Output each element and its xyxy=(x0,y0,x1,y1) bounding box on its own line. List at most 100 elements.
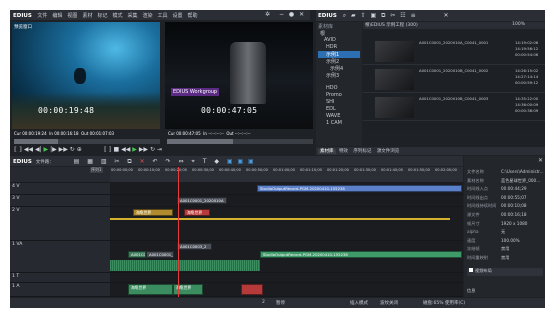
tab-bin[interactable]: 素材库 xyxy=(318,149,336,154)
title-icon[interactable]: T xyxy=(203,159,207,165)
delete-icon[interactable]: ✂ xyxy=(390,13,395,19)
menu-edit[interactable]: 编辑 xyxy=(52,13,62,19)
mark-out-icon[interactable]: ⟧ xyxy=(19,147,22,153)
tree-item-hdr[interactable]: HDR xyxy=(318,44,360,51)
insert-icon[interactable]: ⊕ xyxy=(77,147,82,153)
tree-item-shi[interactable]: SHI xyxy=(318,99,360,106)
rec-loop-icon[interactable]: ↻ xyxy=(150,147,155,153)
track-header-3v[interactable]: 3 V xyxy=(10,195,110,207)
rec-stop-icon[interactable]: ■ xyxy=(114,147,120,153)
menu-clip[interactable]: 素材 xyxy=(82,13,92,19)
multicam-icon[interactable]: ▣ xyxy=(237,159,243,165)
track-header-1t[interactable]: 1 T xyxy=(10,273,110,283)
save-icon[interactable]: ▥ xyxy=(101,159,107,165)
play-icon[interactable]: ▶ xyxy=(44,147,49,153)
minimize-icon[interactable]: − xyxy=(279,12,284,18)
tree-item-root[interactable]: 根 xyxy=(318,30,360,37)
record-player[interactable]: EDIUS Workgroup 00:00:47:05 xyxy=(165,22,313,129)
bin-zoom[interactable]: 100% xyxy=(512,22,525,27)
track-header-1va[interactable]: 1 VA xyxy=(10,241,110,273)
bin-item[interactable]: A001C0001_2020010A_C0041_0001 14:19:02:0… xyxy=(363,38,545,65)
render-icon[interactable]: ▣ xyxy=(227,159,233,165)
marker-icon[interactable]: ◆ xyxy=(214,159,219,165)
fast-forward-icon[interactable]: ▶▶ xyxy=(59,147,68,153)
search-icon[interactable]: ⌕ xyxy=(343,13,346,19)
track-header-4v[interactable]: 4 V xyxy=(10,183,110,195)
rec-ff-icon[interactable]: ▶▶ xyxy=(139,147,148,153)
record-icon[interactable]: ● xyxy=(289,12,294,18)
tree-item-sample3[interactable]: 示例3 xyxy=(318,72,360,79)
step-forward-icon[interactable]: |▶ xyxy=(50,147,57,153)
tree-item-promo[interactable]: Promo xyxy=(318,92,360,99)
clip-a1[interactable]: A001C0001_2020010A xyxy=(177,197,227,204)
menu-file[interactable]: 文件 xyxy=(37,13,47,19)
bin-item[interactable]: A001C0001_2020010B_C0041_0003 14:35:22:0… xyxy=(363,94,545,121)
view-icon[interactable]: ☷ xyxy=(400,13,405,19)
ruler[interactable]: 00:00:00;00 00:00:10;00 00:00:20;00 00:0… xyxy=(110,167,463,182)
menu-mode[interactable]: 模式 xyxy=(112,13,122,19)
close-icon[interactable]: ✕ xyxy=(299,12,304,18)
menu-tools[interactable]: 工具 xyxy=(158,13,168,19)
clip-a2[interactable]: A001C0003_2 xyxy=(177,243,212,250)
open-icon[interactable]: ▦ xyxy=(87,159,93,165)
tree-item-sample1[interactable]: 示例1 xyxy=(318,51,360,58)
track-header-1a[interactable]: 1 A xyxy=(10,283,110,297)
delete-clip-icon[interactable]: ✕ xyxy=(140,159,145,165)
bin-close-icon[interactable]: ✕ xyxy=(444,13,449,19)
rec-export-icon[interactable]: ⇥ xyxy=(157,147,162,153)
cut-icon[interactable]: ✂ xyxy=(114,159,119,165)
folder-icon[interactable]: ▰ xyxy=(351,13,356,19)
record-scrubber[interactable] xyxy=(167,139,313,144)
audio-clip-red[interactable] xyxy=(241,284,263,295)
sample-clip-2v[interactable]: 海龟世界 xyxy=(133,209,173,216)
ripple-icon[interactable]: ⇔ xyxy=(178,159,183,165)
source-scrubber[interactable] xyxy=(14,139,160,144)
new-sequence-icon[interactable]: ▤ xyxy=(74,159,80,165)
seq-tab[interactable]: 序列1 xyxy=(90,167,103,173)
tree-item-wave[interactable]: WAVE xyxy=(318,113,360,120)
menu-capture[interactable]: 采集 xyxy=(127,13,137,19)
menu-view[interactable]: 视图 xyxy=(67,13,77,19)
settings-icon[interactable]: ✲ xyxy=(265,12,270,18)
out-icon[interactable]: ⟧ xyxy=(109,147,112,153)
clip-1va-b[interactable]: A001C0001_2020010A xyxy=(146,251,174,258)
step-back-icon[interactable]: ◀| xyxy=(35,147,42,153)
menu-settings[interactable]: 设置 xyxy=(173,13,183,19)
audio-mix-icon[interactable]: ▣ xyxy=(248,159,254,165)
menu-help[interactable]: 帮助 xyxy=(188,13,198,19)
studio-clip[interactable]: StudioOutputRecord-PGM-20200410-155238 xyxy=(257,185,462,192)
copy-clip-icon[interactable]: ⧉ xyxy=(127,159,131,165)
menu-render[interactable]: 渲染 xyxy=(143,13,153,19)
effect-checkbox[interactable] xyxy=(469,268,473,272)
copy-icon[interactable]: ⧉ xyxy=(381,13,385,19)
clip-1va-a[interactable]: A001C0001_2020010A xyxy=(128,251,146,258)
info-close-icon[interactable]: ✕ xyxy=(538,157,543,164)
rec-rewind-icon[interactable]: ◀◀ xyxy=(121,147,130,153)
status-sync[interactable]: 波纹关闭 xyxy=(380,300,398,306)
loop-icon[interactable]: ↻ xyxy=(70,147,75,153)
bin-item[interactable]: A001C0001_2020010B_C0041_0002 14:26:15:0… xyxy=(363,66,545,93)
track-row-1t[interactable] xyxy=(110,273,463,283)
studio-clip-audio[interactable]: StudioOutputRecord-PGM-20200410-155238 xyxy=(260,251,462,258)
tree-item-cam[interactable]: 1 CAM xyxy=(318,120,360,127)
tree-item-sample2[interactable]: 示例2 xyxy=(318,58,360,65)
tab-source-browser[interactable]: 源文件浏览 xyxy=(375,149,402,154)
tree-item-avid[interactable]: AVID xyxy=(318,37,360,44)
status-mode[interactable]: 插入模式 xyxy=(350,300,368,306)
tree-item-sample4[interactable]: 示例4 xyxy=(318,65,360,72)
tab-effects[interactable]: 特效 xyxy=(337,149,350,154)
rewind-icon[interactable]: ◀◀ xyxy=(24,147,33,153)
tab-markers[interactable]: 序列标记 xyxy=(351,149,373,154)
playhead[interactable] xyxy=(178,167,179,297)
snap-icon[interactable]: ⌖ xyxy=(191,159,194,165)
title-clip[interactable]: 海龟世界 xyxy=(128,284,173,295)
new-folder-icon[interactable]: ▣ xyxy=(371,13,377,19)
source-player[interactable]: 预览窗口 00:00:19:48 xyxy=(12,22,160,129)
up-folder-icon[interactable]: ⇧ xyxy=(361,13,366,19)
mark-in-icon[interactable]: ⟦ xyxy=(14,147,17,153)
rec-play-icon[interactable]: ▶ xyxy=(132,147,137,153)
menu-marker[interactable]: 标记 xyxy=(97,13,107,19)
undo-icon[interactable]: ↶ xyxy=(153,159,158,165)
menu-icon[interactable]: ≡ xyxy=(411,13,416,19)
redo-icon[interactable]: ↷ xyxy=(166,159,171,165)
